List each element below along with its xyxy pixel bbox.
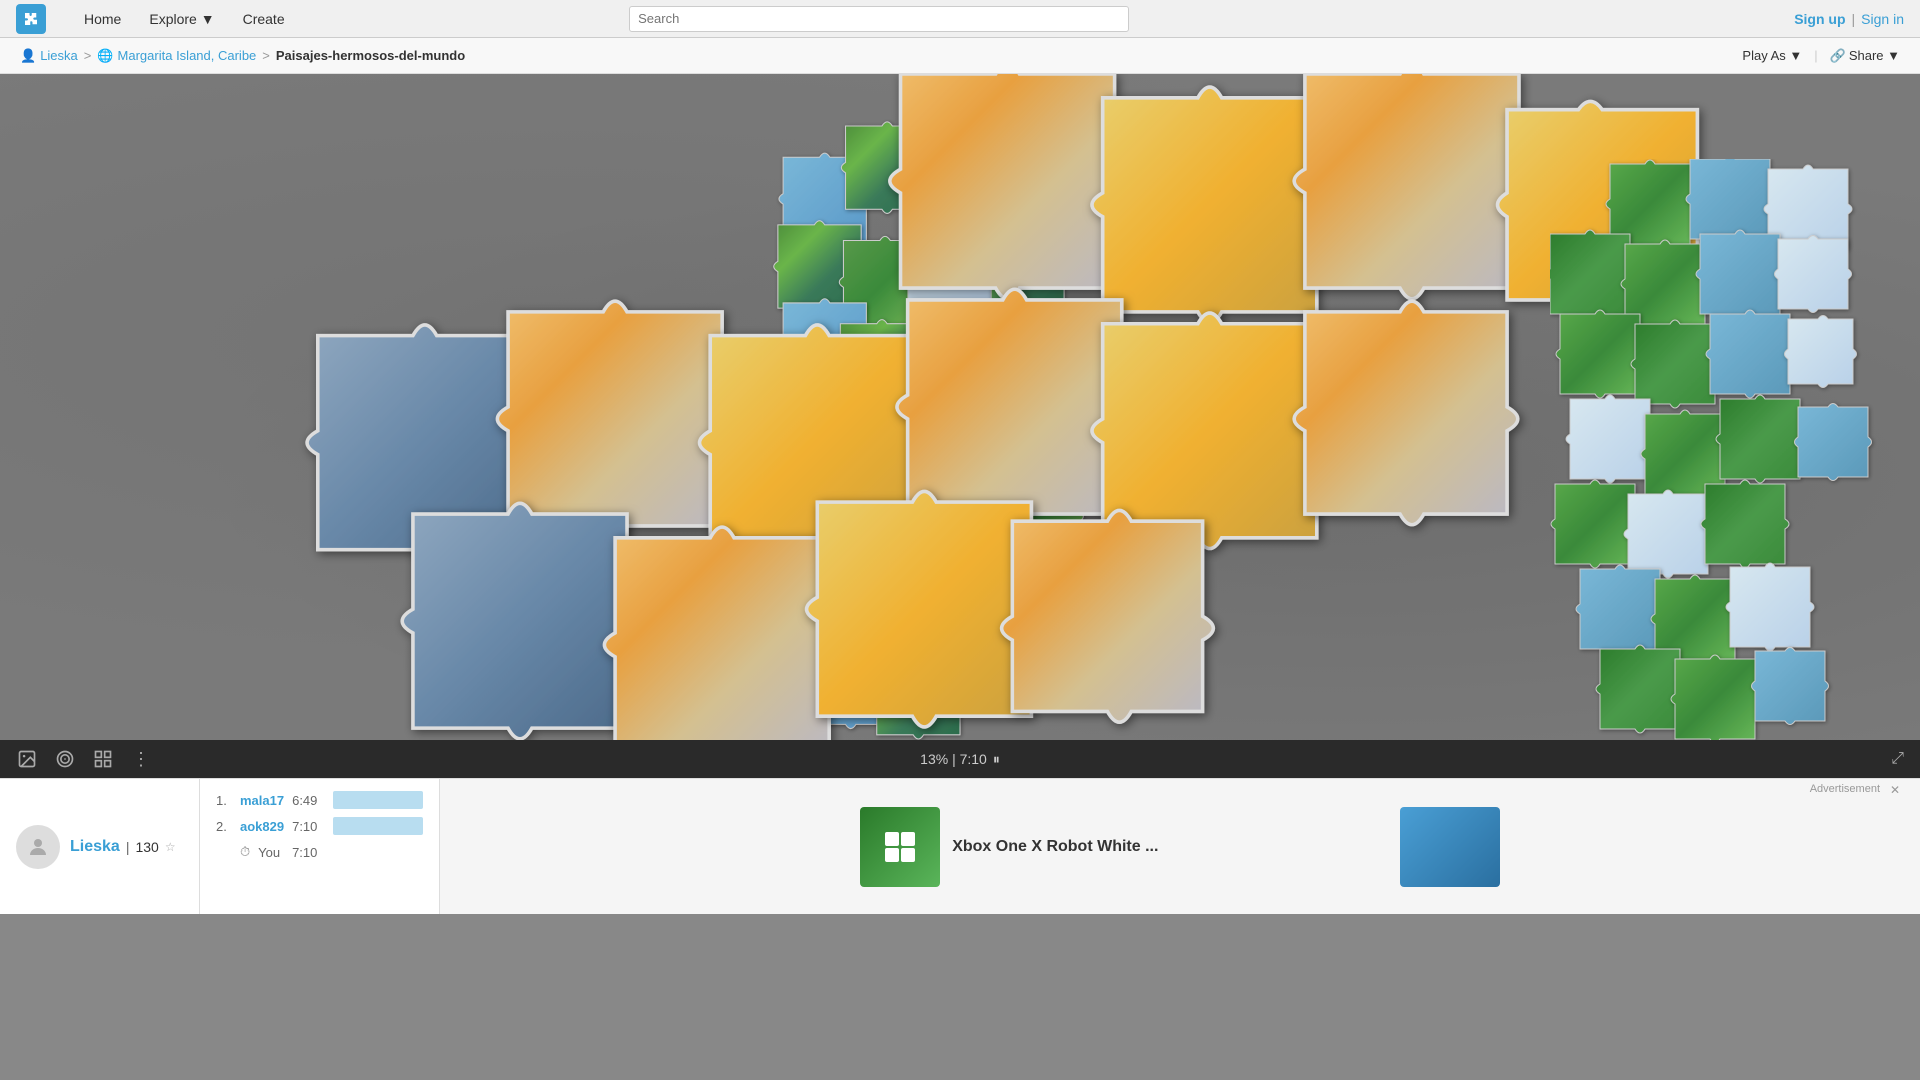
auth-area: Sign up | Sign in [1794, 11, 1904, 27]
breadcrumb-album: Paisajes-hermosos-del-mundo [276, 48, 465, 63]
breadcrumb-pipe: | [1814, 48, 1817, 63]
person-icon: 👤 [20, 48, 36, 64]
logo-area[interactable] [16, 4, 52, 34]
signin-link[interactable]: Sign in [1861, 11, 1904, 27]
player-info: Lieska | 130 ☆ [0, 779, 200, 914]
lb-bar-2 [333, 817, 423, 835]
player-name[interactable]: Lieska [70, 838, 120, 856]
target-icon[interactable] [54, 748, 76, 770]
lb-rank-1: 1. [216, 793, 232, 808]
ad-logo-svg [880, 827, 920, 867]
grid-icon[interactable] [92, 748, 114, 770]
play-as-button[interactable]: Play As ▼ [1742, 48, 1802, 63]
bottom-toolbar: ⋮ 13% | 7:10 ⏸ ⤢ [0, 740, 1920, 778]
lb-name-2[interactable]: aok829 [240, 819, 284, 834]
lb-bar-1 [333, 791, 423, 809]
star-icon[interactable]: ☆ [165, 840, 176, 854]
ad-close-button[interactable]: ✕ [1890, 783, 1900, 797]
pause-button[interactable]: ⏸ [993, 751, 1000, 768]
create-link[interactable]: Create [231, 5, 297, 33]
breadcrumb-actions: Play As ▼ | 🔗 Share ▼ [1742, 48, 1900, 64]
breadcrumb-sep-2: > [262, 48, 270, 63]
grid-svg [93, 749, 113, 769]
share-label: Share ▼ [1849, 48, 1900, 63]
image-svg [17, 749, 37, 769]
more-icon[interactable]: ⋮ [130, 748, 152, 770]
avatar [16, 825, 60, 869]
right-puzzle-cluster[interactable] [1550, 159, 1890, 740]
breadcrumb-bar: 👤 Lieska > 🌐 Margarita Island, Caribe > … [0, 38, 1920, 74]
center-puzzle-cluster[interactable] [0, 714, 560, 740]
ad-image [860, 807, 940, 887]
ad-thumbnail [1400, 807, 1500, 887]
lb-time-2: 7:10 [292, 819, 317, 834]
ad-text: Xbox One X Robot White ... [952, 838, 1158, 856]
breadcrumb-location[interactable]: 🌐 Margarita Island, Caribe [97, 48, 256, 64]
leaderboard-row-you: ⏱ You 7:10 [216, 839, 423, 865]
breadcrumb-sep-1: > [84, 48, 92, 63]
share-button[interactable]: 🔗 Share ▼ [1830, 48, 1900, 64]
target-svg [55, 749, 75, 769]
home-link[interactable]: Home [72, 5, 133, 33]
right-cluster-svg [1550, 159, 1890, 740]
lb-name-1[interactable]: mala17 [240, 793, 284, 808]
puzzle-area[interactable] [0, 74, 1920, 740]
logo-icon [16, 4, 46, 34]
lb-time-1: 6:49 [292, 793, 317, 808]
pipe-sep: | [126, 839, 130, 855]
player-score: 130 [135, 839, 158, 855]
search-area [629, 6, 1129, 32]
bottom-panel: Lieska | 130 ☆ 1. mala17 6:49 2. aok829 … [0, 778, 1920, 914]
signup-link[interactable]: Sign up [1794, 11, 1845, 27]
breadcrumb-user-label: Lieska [40, 48, 78, 63]
auth-separator: | [1852, 11, 1856, 27]
puzzle-logo-svg [22, 10, 40, 28]
lb-you: You [258, 845, 280, 860]
nav-links: Home Explore ▼ Create [72, 5, 297, 33]
fullscreen-icon[interactable]: ⤢ [1891, 750, 1904, 768]
progress-text: 13% | 7:10 [920, 751, 987, 767]
breadcrumb-location-label: Margarita Island, Caribe [118, 48, 257, 63]
progress-info: 13% | 7:10 ⏸ [920, 751, 1000, 768]
avatar-icon [26, 835, 50, 859]
ad-label: Advertisement [1810, 783, 1880, 795]
image-icon[interactable] [16, 748, 38, 770]
player-details: Lieska | 130 ☆ [70, 838, 176, 856]
player-name-row: Lieska | 130 ☆ [70, 838, 176, 856]
leaderboard-row-1: 1. mala17 6:49 [216, 787, 423, 813]
search-input[interactable] [629, 6, 1129, 32]
explore-link[interactable]: Explore ▼ [137, 5, 226, 33]
leaderboard: 1. mala17 6:49 2. aok829 7:10 ⏱ You 7:10 [200, 779, 439, 914]
lb-time-you: 7:10 [292, 845, 317, 860]
top-navigation: Home Explore ▼ Create Sign up | Sign in [0, 0, 1920, 38]
share-icon: 🔗 [1830, 48, 1846, 64]
leaderboard-row-2: 2. aok829 7:10 [216, 813, 423, 839]
ad-area: Advertisement ✕ Xbox One X Robot White .… [439, 779, 1920, 914]
lb-rank-2: 2. [216, 819, 232, 834]
globe-icon: 🌐 [97, 48, 113, 64]
ad-content: Xbox One X Robot White ... [860, 807, 1500, 887]
breadcrumb-user[interactable]: 👤 Lieska [20, 48, 78, 64]
you-icon: ⏱ [240, 844, 250, 860]
